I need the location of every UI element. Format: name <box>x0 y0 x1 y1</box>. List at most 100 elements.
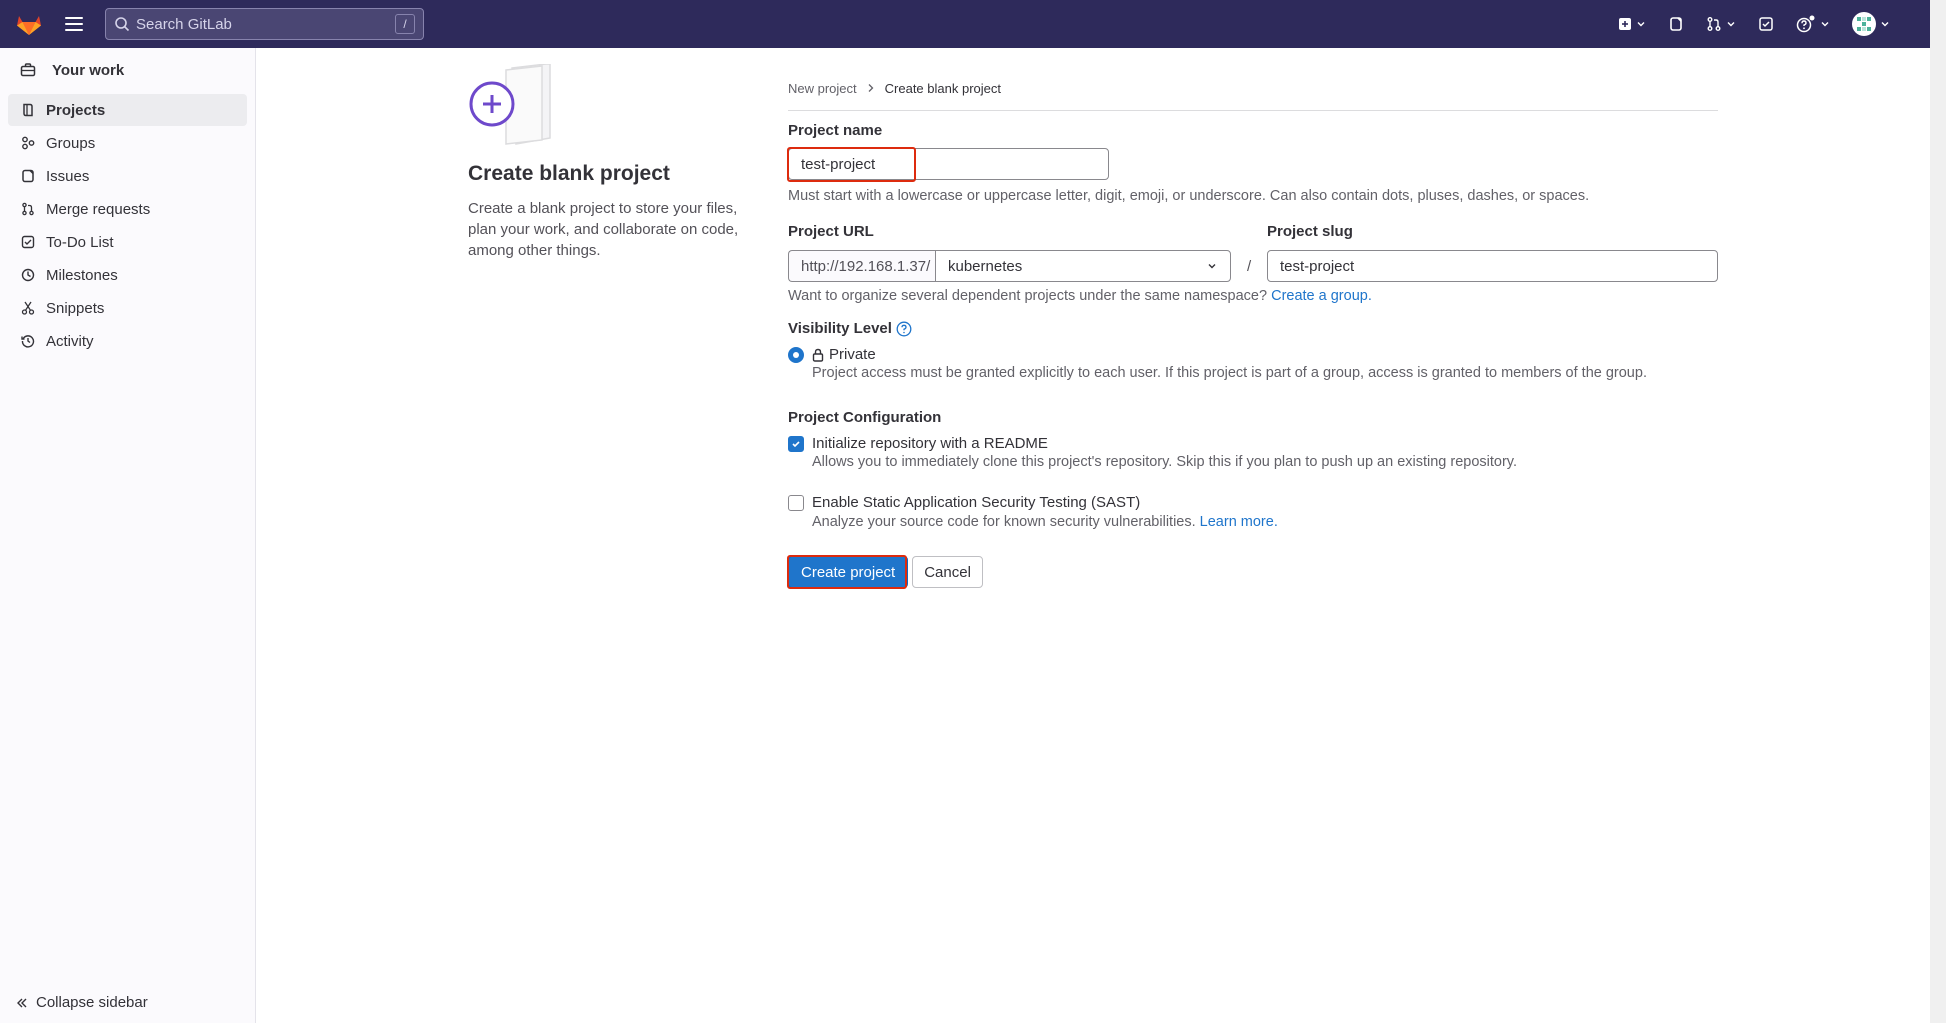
todo-nav-button[interactable] <box>1758 16 1774 32</box>
learn-more-link[interactable]: Learn more. <box>1200 514 1278 530</box>
sidebar-item-projects[interactable]: Projects <box>8 94 247 126</box>
sidebar-item-issues[interactable]: Issues <box>8 160 247 192</box>
help-icon <box>1796 15 1815 33</box>
create-new-dropdown[interactable] <box>1618 17 1646 31</box>
todo-icon <box>1759 17 1773 31</box>
sidebar-item-label: Snippets <box>46 299 105 317</box>
search-input[interactable]: Search GitLab / <box>105 8 424 40</box>
create-project-button[interactable]: Create project <box>788 556 909 588</box>
scrollbar[interactable] <box>1930 0 1946 1023</box>
history-icon <box>20 333 36 349</box>
sast-label: Enable Static Application Security Testi… <box>812 494 1141 511</box>
chevron-right-icon <box>868 84 874 92</box>
cancel-button[interactable]: Cancel <box>912 556 983 588</box>
sidebar-item-label: Merge requests <box>46 200 151 218</box>
breadcrumb-current: Create blank project <box>884 80 1001 96</box>
project-configuration-label: Project Configuration <box>788 409 942 426</box>
sidebar-header[interactable]: Your work <box>0 48 255 92</box>
avatar <box>1852 12 1876 36</box>
sidebar: Your work Projects Groups Issues Merge r… <box>0 48 256 1023</box>
chevron-double-left-icon <box>17 998 27 1007</box>
visibility-private-option[interactable]: Private <box>788 346 876 363</box>
readme-checkbox[interactable] <box>788 435 804 452</box>
blank-project-illustration-icon <box>468 63 552 146</box>
readme-option[interactable]: Initialize repository with a README <box>788 435 1048 452</box>
readme-label: Initialize repository with a README <box>812 435 1048 452</box>
group-icon <box>20 135 36 151</box>
project-slug-value: test-project <box>1280 257 1355 275</box>
sast-checkbox[interactable] <box>788 494 804 511</box>
sidebar-item-activity[interactable]: Activity <box>8 325 247 357</box>
sidebar-item-label: Activity <box>46 332 94 350</box>
project-name-label: Project name <box>788 122 883 139</box>
snippet-icon <box>20 300 36 316</box>
chevron-down-icon <box>1637 22 1645 27</box>
sidebar-item-groups[interactable]: Groups <box>8 127 247 159</box>
sidebar-item-merge-requests[interactable]: Merge requests <box>8 193 247 225</box>
merge-requests-dropdown[interactable] <box>1706 16 1736 32</box>
create-group-link[interactable]: Create a group. <box>1271 288 1372 304</box>
url-separator: / <box>1247 258 1252 275</box>
briefcase-icon <box>20 63 36 77</box>
chevron-down-icon <box>1727 22 1735 27</box>
question-icon[interactable] <box>896 321 912 337</box>
visibility-private-radio[interactable] <box>788 346 804 363</box>
create-project-form: New project Create blank project Project… <box>787 80 1718 589</box>
project-slug-label: Project slug <box>1267 223 1353 240</box>
top-bar: Search GitLab / <box>0 0 1930 48</box>
sidebar-item-label: Projects <box>46 101 106 119</box>
merge-request-icon <box>1707 17 1721 31</box>
search-placeholder: Search GitLab <box>136 15 232 33</box>
project-url-group: http://192.168.1.37/ kubernetes <box>788 250 1231 282</box>
sidebar-item-label: Milestones <box>46 266 118 284</box>
page-title: Create blank project <box>468 162 670 185</box>
visibility-label: Visibility Level <box>788 320 892 337</box>
readme-help: Allows you to immediately clone this pro… <box>812 454 1518 470</box>
project-url-prefix: http://192.168.1.37/ <box>788 250 935 282</box>
page-description: Create a blank project to store your fil… <box>468 200 739 259</box>
project-name-help: Must start with a lowercase or uppercase… <box>788 188 1590 204</box>
lock-icon <box>812 348 824 362</box>
chevron-down-icon <box>1881 22 1889 27</box>
sidebar-item-todo-list[interactable]: To-Do List <box>8 226 247 258</box>
project-name-input[interactable]: test-project <box>788 148 1109 180</box>
namespace-value: kubernetes <box>948 257 1023 275</box>
breadcrumb: New project Create blank project <box>788 80 1718 96</box>
chevron-down-icon <box>1208 264 1216 269</box>
search-icon <box>115 17 130 32</box>
project-slug-input[interactable]: test-project <box>1267 250 1718 282</box>
issues-icon <box>20 168 36 184</box>
visibility-help: Project access must be granted explicitl… <box>812 365 1647 381</box>
collapse-sidebar-button[interactable]: Collapse sidebar <box>16 994 148 1011</box>
divider <box>788 110 1718 111</box>
project-icon <box>20 102 36 118</box>
visibility-heading: Visibility Level <box>788 320 912 337</box>
sidebar-item-milestones[interactable]: Milestones <box>8 259 247 291</box>
merge-request-icon <box>20 201 36 217</box>
help-dropdown[interactable] <box>1796 15 1830 33</box>
gitlab-logo-icon[interactable] <box>15 10 43 38</box>
project-name-value: test-project <box>801 155 876 173</box>
chevron-down-icon <box>1821 22 1829 27</box>
issues-nav-button[interactable] <box>1668 16 1684 32</box>
info-panel: Create blank project Create a blank proj… <box>468 63 748 261</box>
sidebar-item-snippets[interactable]: Snippets <box>8 292 247 324</box>
sast-help: Analyze your source code for known secur… <box>812 514 1278 530</box>
user-menu-dropdown[interactable] <box>1852 12 1890 36</box>
menu-icon[interactable] <box>65 17 83 31</box>
sast-option[interactable]: Enable Static Application Security Testi… <box>788 494 1140 511</box>
breadcrumb-new-project[interactable]: New project <box>788 81 857 96</box>
sidebar-header-label: Your work <box>52 61 125 79</box>
visibility-private-label: Private <box>829 346 876 363</box>
sidebar-item-label: To-Do List <box>46 233 114 251</box>
project-url-label: Project URL <box>788 223 874 240</box>
form-actions: Create project Cancel <box>788 556 983 588</box>
issues-icon <box>1670 17 1682 31</box>
sidebar-item-label: Issues <box>46 167 90 185</box>
plus-square-icon <box>1619 18 1631 30</box>
namespace-select[interactable]: kubernetes <box>935 250 1231 282</box>
sidebar-item-label: Groups <box>46 134 96 152</box>
collapse-sidebar-label: Collapse sidebar <box>36 994 148 1011</box>
namespace-help-text: Want to organize several dependent proje… <box>788 288 1268 304</box>
check-icon <box>792 440 800 447</box>
